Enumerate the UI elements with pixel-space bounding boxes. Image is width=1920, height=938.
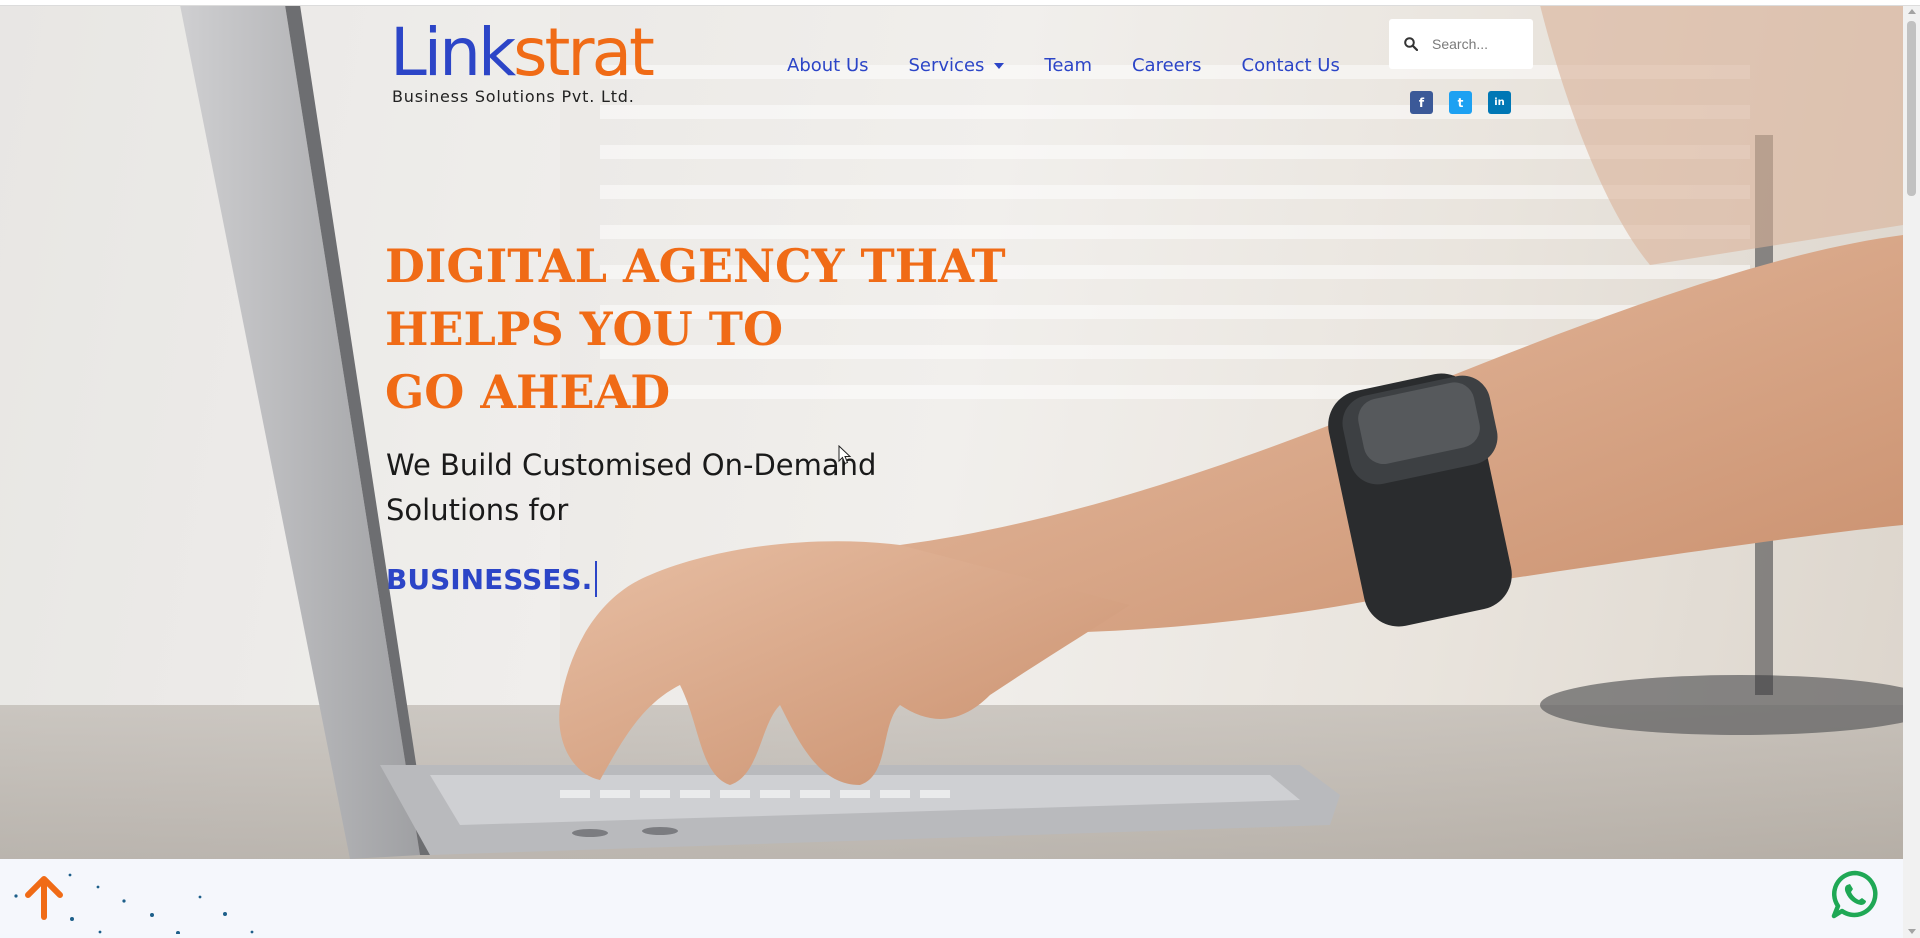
nav-about-us-label: About Us (787, 55, 869, 76)
nav-services[interactable]: Services (909, 55, 1005, 76)
hero-typed-text: BUSINESSES. (386, 561, 598, 597)
social-links: f t in (1410, 91, 1511, 114)
scroll-down-arrow-icon[interactable] (1908, 929, 1916, 934)
main-navigation: About Us Services Team Careers Contact U… (787, 55, 1340, 76)
nav-contact-us-label: Contact Us (1241, 55, 1340, 76)
nav-team[interactable]: Team (1044, 55, 1092, 76)
hero-headline: DIGITAL AGENCY THAT HELPS YOU TO GO AHEA… (385, 235, 1006, 424)
chevron-down-icon (994, 62, 1005, 69)
twitter-icon[interactable]: t (1449, 91, 1472, 114)
hero-subheadline: We Build Customised On-Demand Solutions … (386, 448, 877, 527)
nav-services-label: Services (908, 55, 985, 76)
logo-subtitle: Business Solutions Pvt. Ltd. (392, 87, 635, 106)
site-logo[interactable]: Linkstrat Business Solutions Pvt. Ltd. (390, 14, 655, 107)
bottom-strip (0, 859, 1903, 934)
hero-headline-line: HELPS YOU TO (385, 302, 784, 356)
nav-about-us[interactable]: About Us (787, 55, 869, 76)
whatsapp-icon[interactable] (1830, 870, 1880, 920)
nav-careers-label: Careers (1131, 55, 1202, 76)
nav-team-label: Team (1044, 55, 1092, 76)
typed-word: BUSINESSES. (386, 562, 593, 596)
hero-background-image (0, 5, 1903, 859)
linkedin-icon[interactable]: in (1488, 91, 1511, 114)
scroll-thumb[interactable] (1907, 21, 1916, 196)
arrow-up-icon[interactable] (20, 873, 70, 923)
nav-careers[interactable]: Careers (1132, 55, 1202, 76)
search-box (1389, 19, 1533, 69)
search-input[interactable] (1430, 35, 1524, 53)
search-icon[interactable] (1404, 37, 1418, 51)
hero-section: Linkstrat Business Solutions Pvt. Ltd. A… (0, 5, 1903, 859)
browser-top-border (0, 0, 1920, 6)
facebook-icon[interactable]: f (1410, 91, 1433, 114)
mouse-pointer-icon (838, 445, 852, 465)
text-cursor (595, 561, 598, 597)
hero-headline-line: GO AHEAD (385, 365, 671, 419)
nav-contact-us[interactable]: Contact Us (1242, 55, 1340, 76)
logo-text-accent: strat (513, 14, 655, 91)
logo-text-primary: Link (390, 14, 516, 91)
hero-headline-line: DIGITAL AGENCY THAT (385, 239, 1006, 293)
scroll-up-arrow-icon[interactable] (1908, 9, 1916, 14)
page-scrollbar[interactable] (1903, 5, 1920, 938)
